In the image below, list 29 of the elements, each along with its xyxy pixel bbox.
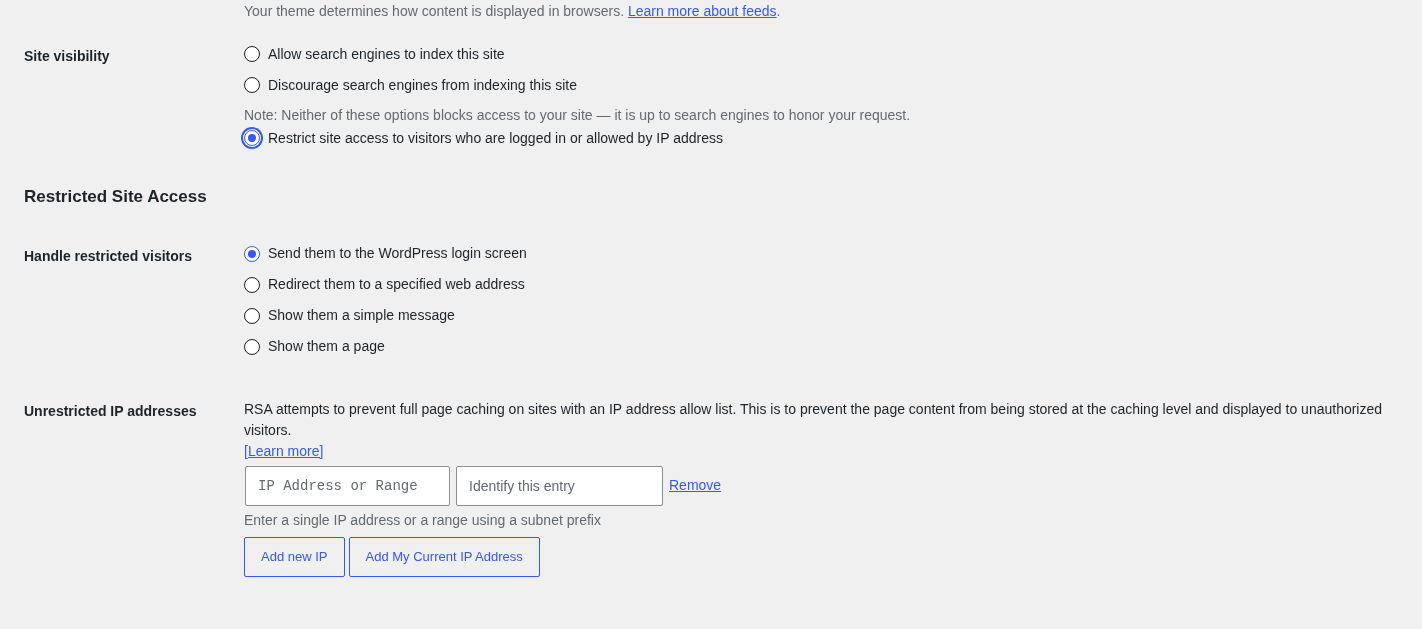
radio-button[interactable] [244, 276, 260, 293]
radio-button[interactable] [244, 130, 260, 146]
add-ip-button[interactable]: Add new IP [244, 536, 345, 577]
radio-button[interactable] [244, 46, 260, 62]
learn-more-link[interactable]: Learn more about feeds [627, 3, 777, 19]
remove-link[interactable]: Remove [669, 475, 722, 496]
setting-label: Handle restricted visitors [24, 247, 193, 264]
ip-address-field[interactable]: IP Address or Range [245, 465, 450, 506]
ip-hint: Enter a single IP address or a range using a subnet prefix [244, 510, 602, 530]
visibility-note: Note: Neither of these options blocks access to your site — it is up to search engines to honor your request. [244, 106, 911, 125]
section-title: Restricted Site Access [24, 186, 208, 208]
setting-label: Site visibility [24, 48, 110, 64]
radio-label: Allow search engines to index this site [268, 44, 505, 64]
radio-label: Discourage search engines from indexing this site [268, 75, 577, 95]
radio-label: Show them a page [268, 337, 385, 356]
radio-button[interactable] [244, 307, 260, 324]
entry-label-field[interactable]: Identify this entry [456, 465, 663, 506]
radio-button[interactable] [244, 77, 260, 93]
add-ip-button[interactable]: Add My Current IP Address [348, 536, 540, 577]
caching-description: RSA attempts to prevent full page caching on sites with an IP address allow list. This is to prevent the page content from being stored at the caching level and displayed to unauthorized visitors. [244, 399, 1384, 440]
radio-button[interactable] [244, 245, 260, 262]
radio-label: Show them a simple message [268, 306, 455, 325]
learn-more-link[interactable]: [Learn more] [244, 442, 324, 459]
radio-button[interactable] [244, 338, 260, 355]
radio-label: Restrict site access to visitors who are logged in or allowed by IP address [268, 128, 723, 148]
radio-label: Send them to the WordPress login screen [268, 244, 527, 263]
setting-label: Unrestricted IP addresses [24, 402, 197, 419]
radio-label: Redirect them to a specified web address [268, 275, 525, 294]
theme-note: Your theme determines how content is displayed in browsers. Learn more about feeds. [244, 2, 782, 21]
